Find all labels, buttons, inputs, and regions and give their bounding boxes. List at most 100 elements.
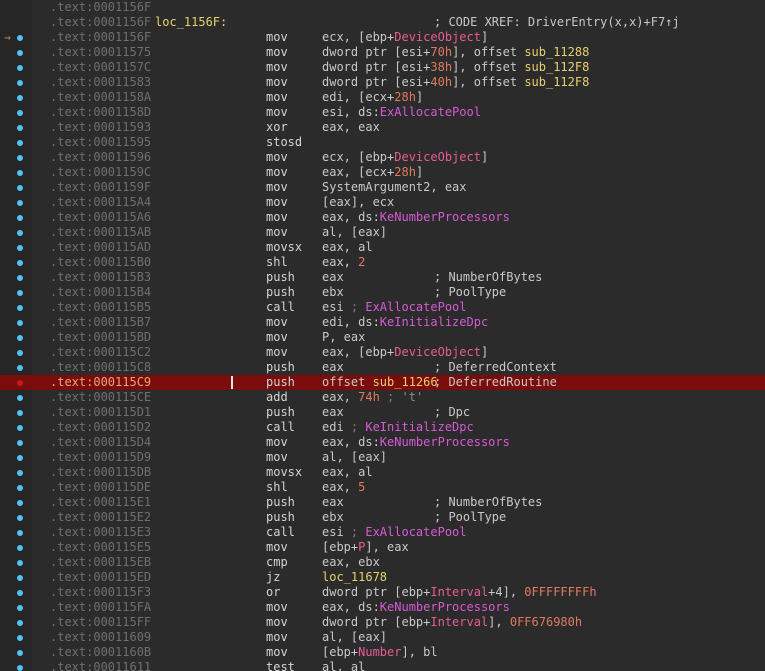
mnemonic[interactable]: movsx bbox=[266, 240, 302, 255]
address[interactable]: .text:000115B5 bbox=[50, 300, 151, 315]
operand-token[interactable]: KeNumberProcessors bbox=[380, 600, 510, 614]
operands[interactable]: eax, 74h ; 't' bbox=[322, 390, 423, 405]
gutter-cell[interactable] bbox=[0, 120, 32, 135]
breakpoint-icon[interactable] bbox=[17, 380, 23, 386]
operands[interactable]: dword ptr [esi+40h], offset sub_112F8 bbox=[322, 75, 589, 90]
mnemonic[interactable]: cmp bbox=[266, 555, 288, 570]
operands[interactable]: eax, [ecx+28h] bbox=[322, 165, 423, 180]
gutter-cell[interactable] bbox=[0, 315, 32, 330]
address[interactable]: .text:000115E1 bbox=[50, 495, 151, 510]
line-marker-icon[interactable] bbox=[17, 185, 23, 191]
address[interactable]: .text:00011583 bbox=[50, 75, 151, 90]
gutter-cell[interactable] bbox=[0, 60, 32, 75]
gutter-cell[interactable] bbox=[0, 330, 32, 345]
line-marker-icon[interactable] bbox=[17, 440, 23, 446]
operands[interactable]: offset sub_11266 bbox=[322, 375, 438, 390]
gutter-cell[interactable] bbox=[0, 375, 32, 390]
address[interactable]: .text:000115AB bbox=[50, 225, 151, 240]
disasm-line[interactable]: .text:0001157C mov dword ptr [esi+38h], of… bbox=[0, 60, 765, 75]
line-marker-icon[interactable] bbox=[17, 200, 23, 206]
operand-token[interactable]: DeviceObject bbox=[394, 345, 481, 359]
line-marker-icon[interactable] bbox=[17, 275, 23, 281]
mnemonic[interactable]: stosd bbox=[266, 135, 302, 150]
mnemonic[interactable]: call bbox=[266, 300, 295, 315]
line-marker-icon[interactable] bbox=[17, 425, 23, 431]
line-marker-icon[interactable] bbox=[17, 650, 23, 656]
line-marker-icon[interactable] bbox=[17, 335, 23, 341]
address[interactable]: .text:00011575 bbox=[50, 45, 151, 60]
operand-token[interactable]: 2 bbox=[358, 255, 365, 269]
mnemonic[interactable]: push bbox=[266, 360, 295, 375]
line-marker-icon[interactable] bbox=[17, 65, 23, 71]
mnemonic[interactable]: mov bbox=[266, 60, 288, 75]
operands[interactable]: eax, [ebp+DeviceObject] bbox=[322, 345, 488, 360]
line-marker-icon[interactable] bbox=[17, 545, 23, 551]
mnemonic[interactable]: push bbox=[266, 375, 295, 390]
line-marker-icon[interactable] bbox=[17, 350, 23, 356]
mnemonic[interactable]: movsx bbox=[266, 465, 302, 480]
gutter-cell[interactable] bbox=[0, 360, 32, 375]
disasm-line[interactable]: .text:0001159C mov eax, [ecx+28h] bbox=[0, 165, 765, 180]
mnemonic[interactable]: call bbox=[266, 525, 295, 540]
address[interactable]: .text:000115B4 bbox=[50, 285, 151, 300]
gutter-cell[interactable] bbox=[0, 195, 32, 210]
gutter-cell[interactable] bbox=[0, 615, 32, 630]
gutter-cell[interactable] bbox=[0, 165, 32, 180]
operand-token[interactable]: KeInitializeDpc bbox=[380, 315, 488, 329]
line-marker-icon[interactable] bbox=[17, 125, 23, 131]
disasm-line[interactable]: .text:000115E3 call esi ; ExAllocatePool bbox=[0, 525, 765, 540]
mnemonic[interactable]: mov bbox=[266, 540, 288, 555]
disasm-line[interactable]: .text:000115B4 push ebx ; PoolType bbox=[0, 285, 765, 300]
gutter-cell[interactable]: → bbox=[0, 30, 32, 45]
address[interactable]: .text:000115FA bbox=[50, 600, 151, 615]
gutter-cell[interactable] bbox=[0, 90, 32, 105]
address[interactable]: .text:000115E3 bbox=[50, 525, 151, 540]
address[interactable]: .text:0001157C bbox=[50, 60, 151, 75]
line-marker-icon[interactable] bbox=[17, 305, 23, 311]
operands[interactable]: eax, 2 bbox=[322, 255, 365, 270]
mnemonic[interactable]: mov bbox=[266, 645, 288, 660]
address[interactable]: .text:00011609 bbox=[50, 630, 151, 645]
mnemonic[interactable]: mov bbox=[266, 195, 288, 210]
gutter-cell[interactable] bbox=[0, 345, 32, 360]
address[interactable]: .text:0001158A bbox=[50, 90, 151, 105]
address[interactable]: .text:000115C2 bbox=[50, 345, 151, 360]
disasm-line[interactable]: .text:0001159F mov SystemArgument2, eax bbox=[0, 180, 765, 195]
mnemonic[interactable]: mov bbox=[266, 75, 288, 90]
operand-token[interactable]: 74h bbox=[358, 390, 380, 404]
gutter-cell[interactable] bbox=[0, 570, 32, 585]
operands[interactable]: eax bbox=[322, 405, 344, 420]
gutter-cell[interactable] bbox=[0, 540, 32, 555]
operands[interactable]: ecx, [ebp+DeviceObject] bbox=[322, 30, 488, 45]
disasm-line[interactable]: .text:0001158D mov esi, ds:ExAllocatePool bbox=[0, 105, 765, 120]
address[interactable]: .text:000115ED bbox=[50, 570, 151, 585]
gutter-cell[interactable] bbox=[0, 510, 32, 525]
line-marker-icon[interactable] bbox=[17, 515, 23, 521]
mnemonic[interactable]: mov bbox=[266, 615, 288, 630]
operands[interactable]: esi ; ExAllocatePool bbox=[322, 300, 467, 315]
mnemonic[interactable]: mov bbox=[266, 345, 288, 360]
operands[interactable]: eax, ds:KeNumberProcessors bbox=[322, 600, 510, 615]
operand-token[interactable]: KeInitializeDpc bbox=[365, 420, 473, 434]
line-marker-icon[interactable] bbox=[17, 590, 23, 596]
operand-token[interactable]: ExAllocatePool bbox=[365, 300, 466, 314]
line-marker-icon[interactable] bbox=[17, 575, 23, 581]
address[interactable]: .text:000115E5 bbox=[50, 540, 151, 555]
address[interactable]: .text:000115DE bbox=[50, 480, 151, 495]
mnemonic[interactable]: mov bbox=[266, 315, 288, 330]
line-marker-icon[interactable] bbox=[17, 140, 23, 146]
disasm-line[interactable]: .text:000115DE shl eax, 5 bbox=[0, 480, 765, 495]
address[interactable]: .text:0001156F bbox=[50, 0, 151, 15]
operand-token[interactable]: 0FF676980h bbox=[510, 615, 582, 629]
operand-token[interactable]: Number bbox=[358, 645, 401, 659]
disasm-line[interactable]: .text:000115DB movsx eax, al bbox=[0, 465, 765, 480]
disasm-line[interactable]: .text:000115FA mov eax, ds:KeNumberProcess… bbox=[0, 600, 765, 615]
mnemonic[interactable]: mov bbox=[266, 210, 288, 225]
operands[interactable]: eax, ebx bbox=[322, 555, 380, 570]
disasm-line[interactable]: .text:00011611 test al, al bbox=[0, 660, 765, 671]
address[interactable]: .text:000115B3 bbox=[50, 270, 151, 285]
line-marker-icon[interactable] bbox=[17, 95, 23, 101]
line-marker-icon[interactable] bbox=[17, 155, 23, 161]
line-marker-icon[interactable] bbox=[17, 215, 23, 221]
gutter-cell[interactable] bbox=[0, 450, 32, 465]
